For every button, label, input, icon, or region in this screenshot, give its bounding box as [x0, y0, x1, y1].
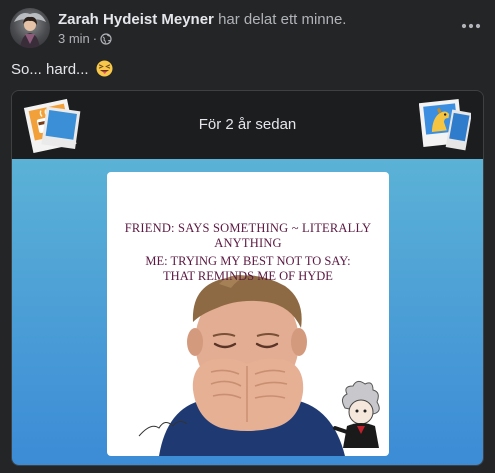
author-name[interactable]: Zarah Hydeist Meyner: [58, 11, 214, 28]
memory-content: FRIEND: SAYS SOMETHING ~ LITERALLY ANYTH…: [12, 159, 483, 465]
meta-separator: ·: [92, 31, 98, 46]
laughing-man-illustration: [138, 275, 380, 456]
post-meta: 3 min ·: [58, 31, 112, 46]
post-text: So... hard...: [11, 60, 113, 78]
more-options-icon: [461, 23, 481, 29]
globe-icon[interactable]: [100, 32, 112, 45]
post-message: So... hard...: [11, 61, 89, 78]
memory-title: För 2 år sedan: [198, 116, 297, 133]
cartoon-character: [333, 380, 380, 448]
squinting-tongue-emoji-icon: [96, 60, 113, 77]
avatar[interactable]: [10, 8, 50, 48]
meme-image[interactable]: FRIEND: SAYS SOMETHING ~ LITERALLY ANYTH…: [107, 172, 389, 456]
meme-caption-bottom: ME: TRYING MY BEST NOT TO SAY: THAT REMI…: [145, 254, 351, 283]
post-action-text: har delat ett minne.: [218, 11, 347, 28]
post-timestamp[interactable]: 3 min: [58, 31, 90, 46]
meme-caption-top: FRIEND: SAYS SOMETHING ~ LITERALLY ANYTH…: [124, 221, 372, 250]
avatar-image: [14, 13, 46, 48]
memory-card[interactable]: För 2 år sedan FRIEND: SAYS SOMETHING ~ …: [11, 90, 484, 466]
polaroid-dog-icon: [419, 99, 471, 151]
post-header: Zarah Hydeist Meyner har delat ett minne…: [58, 11, 346, 28]
memory-post: Zarah Hydeist Meyner har delat ett minne…: [0, 0, 495, 473]
more-options-button[interactable]: [459, 14, 483, 38]
memory-header: För 2 år sedan: [12, 91, 483, 159]
